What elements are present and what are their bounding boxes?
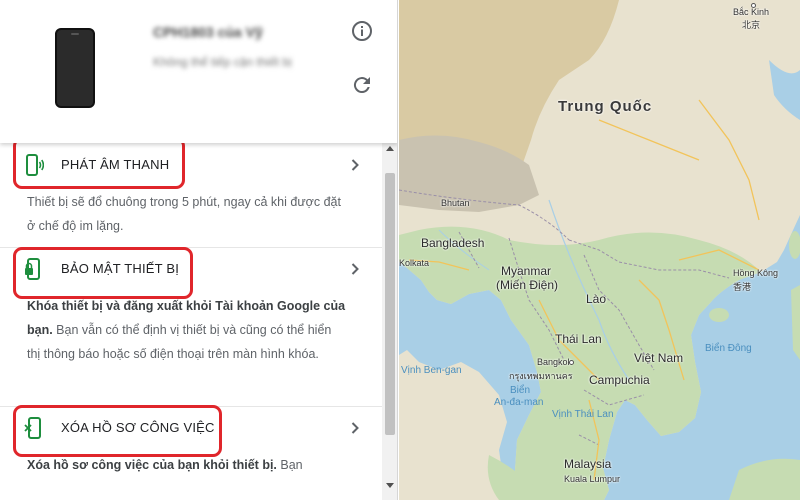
map-terrain [399, 0, 800, 500]
info-icon[interactable] [350, 19, 374, 43]
map-label-bangladesh: Bangladesh [421, 236, 485, 250]
scrollbar[interactable] [382, 143, 397, 500]
chevron-right-icon [351, 263, 359, 275]
map-label-gulf-of-thailand: Vịnh Thái Lan [552, 409, 614, 420]
device-panel: CPH1803 của Vỹ Không thể tiếp cận thiết … [0, 0, 398, 500]
play-sound-button[interactable]: PHÁT ÂM THANH [0, 143, 382, 187]
map-label-bay-of-bengal: Vịnh Ben-gan [401, 365, 462, 376]
scroll-up-arrow[interactable] [386, 146, 394, 151]
secure-device-description: Khóa thiết bị và đăng xuất khỏi Tài khoả… [27, 299, 346, 361]
map-pin [751, 3, 756, 8]
secure-device-button[interactable]: BẢO MẬT THIẾT BỊ [0, 247, 382, 291]
action-list: PHÁT ÂM THANH Thiết bị sẽ đổ chuông tron… [0, 143, 382, 500]
map-label-beijing: Bắc Kinh [733, 7, 770, 17]
chevron-right-icon [351, 159, 359, 171]
map-label-south-china-sea: Biển Đông [705, 343, 752, 354]
refresh-icon[interactable] [350, 73, 374, 97]
chevron-right-icon [351, 422, 359, 434]
map-pin [569, 360, 574, 365]
map-label-kolkata: Kolkata [399, 258, 430, 268]
map-label-andaman-1: Biển [510, 385, 531, 396]
map[interactable]: Bắc Kinh 北京 Trung Quốc Bhutan Bangladesh… [399, 0, 800, 500]
play-sound-description: Thiết bị sẽ đổ chuông trong 5 phút, ngay… [27, 195, 341, 233]
map-label-cambodia: Campuchia [589, 373, 650, 387]
map-label-malaysia: Malaysia [564, 457, 612, 471]
map-label-hongkong: Hồng Kông [733, 268, 779, 278]
secure-device-label: BẢO MẬT THIẾT BỊ [61, 261, 180, 276]
map-label-china: Trung Quốc [558, 98, 653, 115]
scroll-down-arrow[interactable] [386, 483, 394, 488]
map-label-myanmar: Myanmar [501, 264, 552, 278]
phone-ring-icon [26, 154, 44, 176]
device-name: CPH1803 của Vỹ [153, 24, 263, 40]
erase-work-profile-label: XÓA HỒ SƠ CÔNG VIỆC [61, 420, 215, 435]
map-label-bangkok-th: กรุงเทพมหานคร [509, 371, 573, 381]
map-label-bhutan: Bhutan [441, 198, 470, 208]
scrollbar-thumb[interactable] [385, 173, 395, 435]
map-label-kuala-lumpur: Kuala Lumpur [564, 474, 621, 484]
map-label-andaman-2: An-đa-man [494, 397, 544, 408]
map-label-beijing-cn: 北京 [742, 20, 761, 30]
map-label-laos: Lào [586, 292, 607, 306]
phone-lock-icon [25, 258, 40, 280]
map-label-hongkong-cn: 香港 [733, 282, 752, 292]
erase-work-profile-description: Xóa hồ sơ công việc của bạn khỏi thiết b… [27, 458, 303, 472]
map-label-thailand: Thái Lan [555, 332, 602, 346]
erase-work-profile-button[interactable]: XÓA HỒ SƠ CÔNG VIỆC [0, 406, 382, 450]
map-label-bangkok: Bangkok [537, 357, 573, 367]
map-label-vietnam: Việt Nam [634, 351, 684, 365]
device-status: Không thể tiếp cận thiết bị [153, 55, 292, 69]
play-sound-label: PHÁT ÂM THANH [61, 157, 170, 172]
device-image [55, 28, 95, 108]
map-label-myanmar-alt: (Miến Điện) [496, 278, 559, 292]
device-card: CPH1803 của Vỹ Không thể tiếp cận thiết … [0, 0, 397, 143]
phone-erase-icon [24, 417, 41, 439]
